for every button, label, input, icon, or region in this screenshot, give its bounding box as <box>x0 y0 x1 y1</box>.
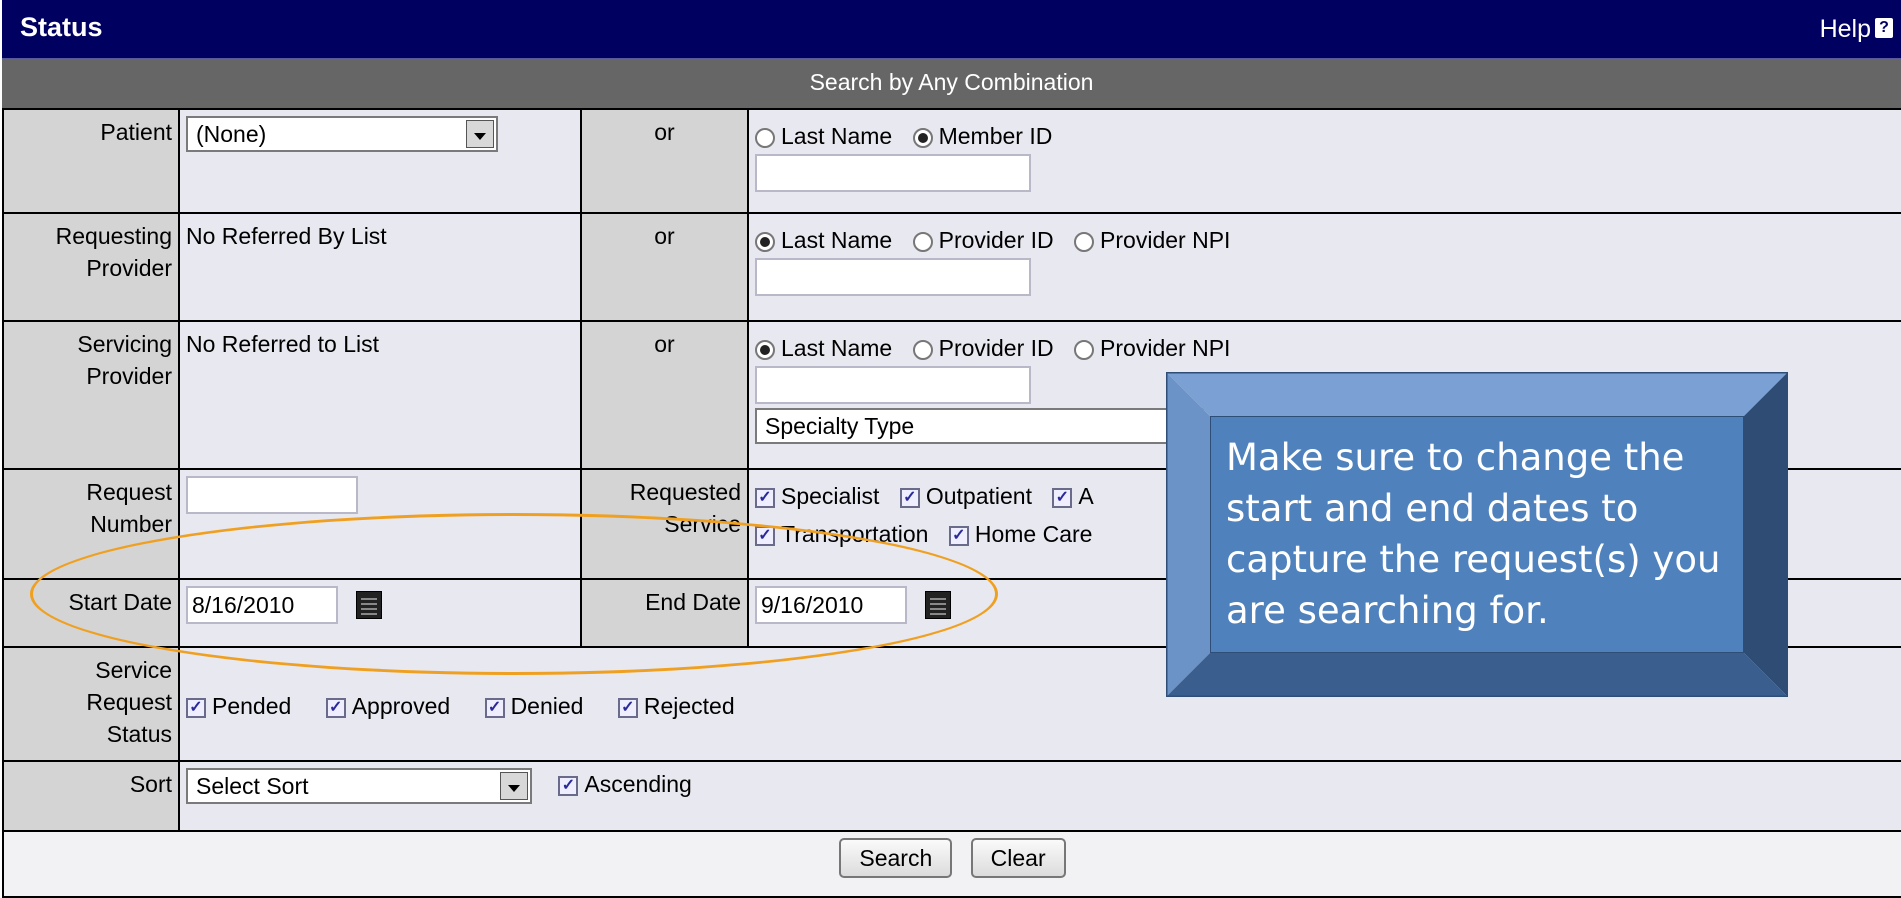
servicing-provider-input[interactable] <box>755 366 1031 404</box>
patient-select[interactable]: (None) <box>186 116 498 152</box>
title-bar: Status Help ? <box>2 0 1901 59</box>
servicing-last-name-radio[interactable] <box>755 339 775 360</box>
or-label: or <box>580 320 749 470</box>
or-label: or <box>580 212 749 322</box>
servicing-provider-label: Servicing <box>77 331 172 357</box>
request-number-label: Request <box>86 479 172 505</box>
patient-select-value: (None) <box>196 121 267 147</box>
help-icon[interactable]: ? <box>1875 18 1893 38</box>
pended-checkbox[interactable]: ✓ <box>186 697 206 718</box>
rejected-checkbox[interactable]: ✓ <box>617 697 638 718</box>
requesting-provider-label: Requesting <box>55 223 172 249</box>
checkbox-label: Outpatient <box>925 483 1032 509</box>
referred-by-text: No Referred By List <box>178 212 582 322</box>
callout-text: Make sure to change the start and end da… <box>1226 436 1721 632</box>
specialist-checkbox[interactable]: ✓ <box>755 487 775 508</box>
status-label: Service <box>95 657 172 683</box>
approved-checkbox[interactable]: ✓ <box>325 697 346 718</box>
search-subheader: Search by Any Combination <box>2 59 1901 110</box>
sort-label: Sort <box>2 760 180 832</box>
radio-label: Provider ID <box>938 335 1054 361</box>
sort-select-value: Select Sort <box>196 773 309 799</box>
patient-member-id-radio[interactable] <box>912 127 933 148</box>
requesting-provider-npi-radio[interactable] <box>1074 231 1095 252</box>
chevron-down-icon[interactable] <box>466 120 494 148</box>
radio-label: Last Name <box>781 227 893 253</box>
servicing-provider-id-radio[interactable] <box>912 339 933 360</box>
patient-label: Patient <box>2 108 180 214</box>
radio-label: Provider ID <box>938 227 1054 253</box>
radio-label: Last Name <box>781 123 893 149</box>
sort-row: Sort Select Sort ✓ Ascending <box>2 760 1901 832</box>
request-number-label-2: Number <box>90 511 172 537</box>
button-row: Search Clear <box>2 830 1901 898</box>
specialty-type-value: Specialty Type <box>765 413 915 439</box>
patient-last-name-radio[interactable] <box>755 127 775 148</box>
requesting-last-name-radio[interactable] <box>755 231 775 252</box>
servicing-provider-label-2: Provider <box>86 363 172 389</box>
home-care-checkbox[interactable]: ✓ <box>948 525 969 546</box>
sort-select[interactable]: Select Sort <box>186 768 532 804</box>
requesting-provider-input[interactable] <box>755 258 1031 296</box>
requesting-provider-label-2: Provider <box>86 255 172 281</box>
radio-label: Provider NPI <box>1100 335 1231 361</box>
page-title: Status <box>20 12 103 42</box>
service-a-checkbox[interactable]: ✓ <box>1052 487 1073 508</box>
checkbox-label: Rejected <box>643 693 735 719</box>
denied-checkbox[interactable]: ✓ <box>484 697 505 718</box>
or-label: or <box>580 108 749 214</box>
radio-label: Provider NPI <box>1100 227 1231 253</box>
checkbox-label: Approved <box>351 693 451 719</box>
checkbox-label: Denied <box>510 693 584 719</box>
requesting-provider-row: Requesting Provider No Referred By List … <box>2 212 1901 322</box>
checkbox-label: Pended <box>212 693 292 719</box>
ascending-checkbox[interactable]: ✓ <box>558 776 579 796</box>
status-label-2: Request <box>86 689 172 715</box>
patient-row: Patient (None) or Last Name Member ID <box>2 108 1901 214</box>
radio-label: Last Name <box>781 335 893 361</box>
clear-button[interactable]: Clear <box>970 838 1066 878</box>
date-highlight-ellipse <box>30 513 998 675</box>
search-button[interactable]: Search <box>839 838 953 878</box>
checkbox-label: Ascending <box>584 771 692 798</box>
requested-service-label: Requested <box>629 479 741 505</box>
checkbox-label: A <box>1078 483 1094 509</box>
radio-label: Member ID <box>938 123 1053 149</box>
requesting-provider-id-radio[interactable] <box>912 231 933 252</box>
checkbox-label: Home Care <box>974 521 1093 547</box>
servicing-provider-npi-radio[interactable] <box>1074 339 1095 360</box>
referred-to-text: No Referred to List <box>178 320 582 470</box>
request-number-input[interactable] <box>186 476 358 514</box>
outpatient-checkbox[interactable]: ✓ <box>899 487 920 508</box>
checkbox-label: Specialist <box>781 483 880 509</box>
help-link[interactable]: Help <box>1820 15 1871 44</box>
patient-search-input[interactable] <box>755 154 1031 192</box>
status-label-3: Status <box>106 721 172 747</box>
chevron-down-icon[interactable] <box>500 772 528 800</box>
instruction-callout: Make sure to change the start and end da… <box>1166 372 1788 697</box>
